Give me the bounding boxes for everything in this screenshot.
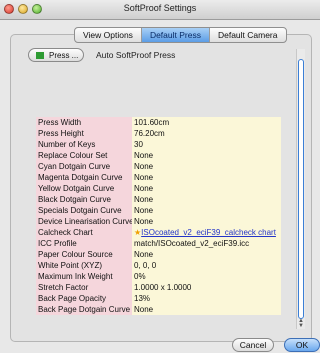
table-row[interactable]: Paper Colour Source None [36, 249, 281, 260]
setting-value: None [132, 161, 281, 172]
table-row[interactable]: Press Width 101.60cm [36, 117, 281, 128]
setting-value: None [132, 183, 281, 194]
press-button[interactable]: Press ... [28, 48, 84, 62]
setting-key: Yellow Dotgain Curve [36, 183, 132, 194]
tab-view-options[interactable]: View Options [75, 28, 142, 42]
tab-default-press[interactable]: Default Press [141, 28, 210, 42]
setting-value: 76.20cm [132, 128, 281, 139]
setting-key: ICC Profile [36, 238, 132, 249]
setting-key: Paper Colour Source [36, 249, 132, 260]
setting-key: Magenta Dotgain Curve [36, 172, 132, 183]
setting-key: Cyan Dotgain Curve [36, 161, 132, 172]
table-row[interactable]: Replace Colour Set None [36, 150, 281, 161]
setting-value: 30 [132, 139, 281, 150]
table-row[interactable]: Back Page Opacity 13% [36, 293, 281, 304]
setting-value: None [132, 194, 281, 205]
table-row[interactable]: Device Linearisation Curve None [36, 216, 281, 227]
table-row[interactable]: Yellow Dotgain Curve None [36, 183, 281, 194]
settings-table: Press Width 101.60cm Press Height 76.20cm … [36, 117, 281, 315]
scroll-down-arrow-icon[interactable]: ▼ [298, 323, 304, 329]
setting-value: 1.0000 x 1.0000 [132, 282, 281, 293]
table-row[interactable]: Maximum Ink Weight 0% [36, 271, 281, 282]
tab-bar: View Options Default Press Default Camer… [74, 27, 287, 43]
auto-softproof-label: Auto SoftProof Press [96, 50, 176, 60]
setting-key: Press Width [36, 117, 132, 128]
scrollbar-thumb[interactable] [298, 59, 304, 319]
calcheck-chart-link[interactable]: ISOcoated_v2_eciF39_calcheck chart [141, 228, 276, 237]
setting-key: White Point (XYZ) [36, 260, 132, 271]
table-row[interactable]: Press Height 76.20cm [36, 128, 281, 139]
setting-value: None [132, 205, 281, 216]
setting-key: Specials Dotgain Curve [36, 205, 132, 216]
setting-value: 13% [132, 293, 281, 304]
table-row[interactable]: Cyan Dotgain Curve None [36, 161, 281, 172]
title-bar: SoftProof Settings [0, 0, 320, 20]
setting-key: Device Linearisation Curve [36, 216, 132, 227]
setting-value: None [132, 150, 281, 161]
ok-button[interactable]: OK [284, 338, 320, 352]
table-row[interactable]: White Point (XYZ) 0, 0, 0 [36, 260, 281, 271]
table-row[interactable]: Back Page Dotgain Curve None [36, 304, 281, 315]
setting-value: ★ISOcoated_v2_eciF39_calcheck chart [132, 227, 281, 238]
setting-value: None [132, 249, 281, 260]
table-row[interactable]: ICC Profile match/ISOcoated_v2_eciF39.icc [36, 238, 281, 249]
window-title: SoftProof Settings [123, 3, 197, 13]
cancel-button[interactable]: Cancel [232, 338, 274, 352]
setting-key: Black Dotgain Curve [36, 194, 132, 205]
table-row[interactable]: Calcheck Chart ★ISOcoated_v2_eciF39_calch… [36, 227, 281, 238]
setting-value: match/ISOcoated_v2_eciF39.icc [132, 238, 281, 249]
setting-key: Stretch Factor [36, 282, 132, 293]
table-row[interactable]: Specials Dotgain Curve None [36, 205, 281, 216]
setting-value: 0, 0, 0 [132, 260, 281, 271]
table-row[interactable]: Number of Keys 30 [36, 139, 281, 150]
setting-key: Back Page Opacity [36, 293, 132, 304]
table-row[interactable]: Magenta Dotgain Curve None [36, 172, 281, 183]
setting-key: Maximum Ink Weight [36, 271, 132, 282]
press-color-swatch [36, 51, 44, 59]
setting-key: Number of Keys [36, 139, 132, 150]
setting-value: 0% [132, 271, 281, 282]
setting-key: Calcheck Chart [36, 227, 132, 238]
setting-value: None [132, 216, 281, 227]
table-row[interactable]: Black Dotgain Curve None [36, 194, 281, 205]
setting-value: 101.60cm [132, 117, 281, 128]
setting-key: Back Page Dotgain Curve [36, 304, 132, 315]
setting-value: None [132, 304, 281, 315]
setting-key: Replace Colour Set [36, 150, 132, 161]
vertical-scrollbar[interactable]: ▲ ▼ [296, 49, 305, 329]
setting-value: None [132, 172, 281, 183]
setting-key: Press Height [36, 128, 132, 139]
table-row[interactable]: Stretch Factor 1.0000 x 1.0000 [36, 282, 281, 293]
tab-default-camera[interactable]: Default Camera [210, 28, 286, 42]
press-button-label: Press ... [49, 50, 79, 60]
